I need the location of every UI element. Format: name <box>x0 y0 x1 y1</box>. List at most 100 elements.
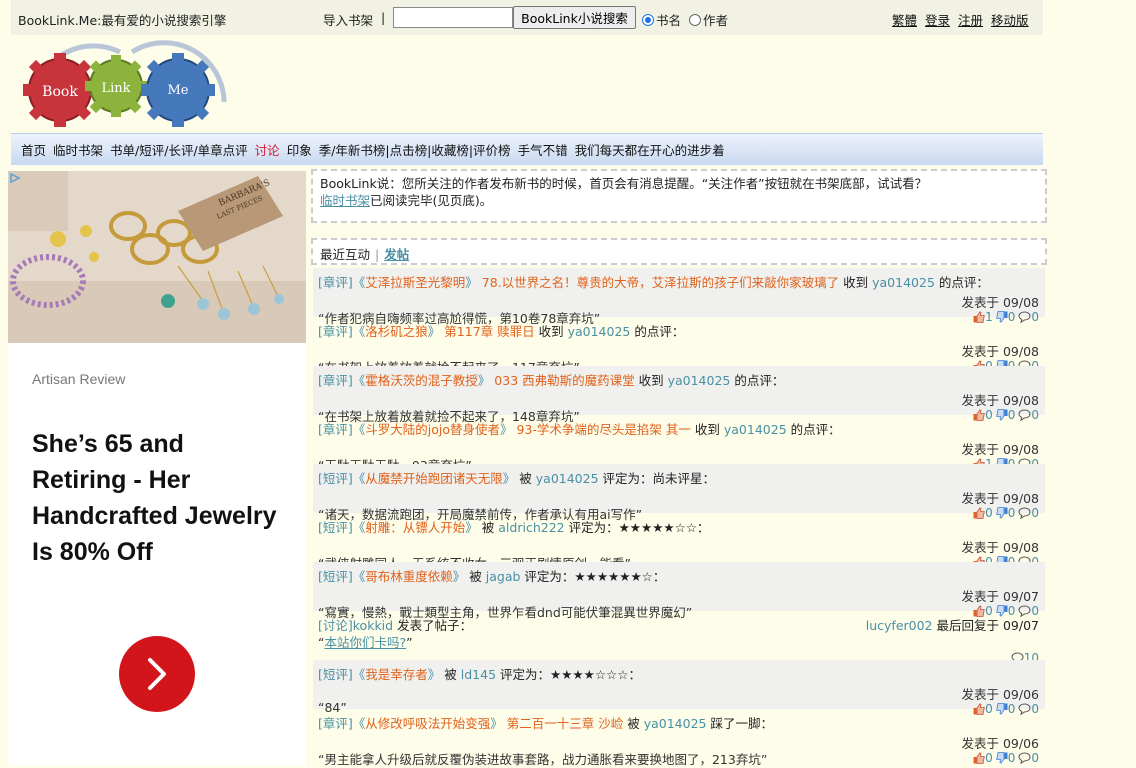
feed-user[interactable]: ld145 <box>461 667 496 682</box>
feed-quote: “男主能拿人升级后就反覆伪装进故事套路，战力通胀看来要换地图了，213弃坑” <box>318 752 768 767</box>
feed-verb: 收到 <box>839 275 873 290</box>
feed-date: 发表于 09/08 <box>961 393 1040 408</box>
ad-choices-icon[interactable] <box>9 172 21 184</box>
downvote[interactable]: 0 <box>995 751 1016 765</box>
book-title[interactable]: 洛杉矶之狼 <box>365 324 428 339</box>
nav-slogan[interactable]: 我们每天都在开心的进步着 <box>575 140 725 159</box>
notice-line1: BookLink说：您所关注的作者发布新书的时候，首页会有消息提醒。“关注作者”… <box>320 176 928 191</box>
radio-book-name[interactable]: 书名 <box>642 10 681 29</box>
chapter-title[interactable]: 033 西弗勒斯的魔药课堂 <box>490 373 634 388</box>
feed-action: 评定为：★★★★★★☆： <box>520 569 666 584</box>
feed-type-tag[interactable]: [章评] <box>318 324 353 339</box>
import-shelf-link[interactable]: 导入书架 <box>323 10 373 29</box>
feed-type-tag[interactable]: [短评] <box>318 667 353 682</box>
book-title[interactable]: 霍格沃茨的混子教授 <box>365 373 478 388</box>
separator: | <box>381 10 386 25</box>
thumbs-up-icon[interactable] <box>973 752 985 764</box>
feed-type-tag[interactable]: [短评] <box>318 569 353 584</box>
book-title[interactable]: 从魔禁开始跑团诸天无限 <box>365 471 503 486</box>
feed-user[interactable]: ya014025 <box>872 275 935 290</box>
advertisement[interactable]: BARBARA'S LAST PIECES Artisan Review She… <box>8 171 306 765</box>
main-nav: 首页 临时书架 书单/短评/长评/单章点评 讨论 印象 季/年新书榜|点击榜|收… <box>11 133 1043 165</box>
radio-unselected-icon[interactable] <box>689 13 701 26</box>
nav-rankings[interactable]: 季/年新书榜|点击榜|收藏榜|评价榜 <box>319 140 511 159</box>
feed-verb: 被 <box>623 716 644 731</box>
comment-number[interactable]: 0 <box>1031 751 1039 765</box>
feed-user[interactable]: ya014025 <box>668 373 731 388</box>
radio-author[interactable]: 作者 <box>689 10 728 29</box>
chapter-title[interactable]: 78.以世界之名！尊贵的大帝，艾泽拉斯的孩子们来敲你家玻璃了 <box>478 275 839 290</box>
book-open-bracket: 《 <box>352 324 366 339</box>
feed-row: [章评]《艾泽拉斯圣光黎明》 78.以世界之名！尊贵的大帝，艾泽拉斯的孩子们来敲… <box>313 268 1045 326</box>
feed-row-header: [短评]《哥布林重度依赖》 被 jagab 评定为：★★★★★★☆： <box>318 566 1039 584</box>
nav-random[interactable]: 手气不错 <box>518 140 568 159</box>
feed-action: 的点评： <box>786 422 841 437</box>
feed-type-tag[interactable]: [章评] <box>318 373 353 388</box>
quote-close: ” <box>406 635 413 650</box>
feed-type-tag[interactable]: [章评] <box>318 422 353 437</box>
radio-selected-icon[interactable] <box>642 13 654 26</box>
upvote[interactable]: 0 <box>973 751 993 765</box>
feed-type-tag[interactable]: [章评] <box>318 716 353 731</box>
book-open-bracket: 《 <box>352 373 366 388</box>
tab-recent[interactable]: 最近互动 <box>320 247 370 262</box>
downvote-count[interactable]: 0 <box>1008 751 1016 765</box>
svg-text:Link: Link <box>101 81 130 96</box>
feed-date: 发表于 09/08 <box>961 442 1040 457</box>
ad-cta-button[interactable] <box>119 636 195 712</box>
feed-type-tag[interactable]: [讨论] <box>318 618 353 633</box>
chevron-right-icon <box>148 658 166 690</box>
book-title[interactable]: 哥布林重度依赖 <box>365 569 453 584</box>
reply-user[interactable]: lucyfer002 <box>866 618 933 633</box>
ad-headline[interactable]: She’s 65 and Retiring - Her Handcrafted … <box>32 426 282 570</box>
feed-user[interactable]: ya014025 <box>644 716 707 731</box>
book-title[interactable]: 艾泽拉斯圣光黎明 <box>365 275 465 290</box>
feed-tabs: 最近互动 | 发帖 <box>311 238 1047 265</box>
top-links: 繁體 登录 注册 移动版 <box>892 10 1029 29</box>
chapter-title[interactable]: 第117章 赎罪日 <box>440 324 534 339</box>
ad-jewelry-photo[interactable]: BARBARA'S LAST PIECES <box>8 171 306 343</box>
notice-line2: 临时书架已阅读完毕(见页底)。 <box>320 192 1038 209</box>
link-mobile[interactable]: 移动版 <box>991 10 1029 29</box>
nav-impressions[interactable]: 印象 <box>287 140 312 159</box>
chapter-title[interactable]: 93-学术争端的尽头是掐架 其一 <box>513 422 691 437</box>
book-title[interactable]: 从修改呼吸法开始变强 <box>365 716 490 731</box>
nav-temp-shelf[interactable]: 临时书架 <box>53 140 103 159</box>
thumbs-down-icon[interactable] <box>995 752 1008 764</box>
book-title[interactable]: 斗罗大陆的jojo替身使者 <box>365 422 500 437</box>
feed-type-tag[interactable]: [短评] <box>318 471 353 486</box>
link-login[interactable]: 登录 <box>925 10 950 29</box>
feed-type-tag[interactable]: [章评] <box>318 275 353 290</box>
feed-row: [章评]《斗罗大陆的jojo替身使者》 93-学术争端的尽头是掐架 其一 收到 … <box>313 415 1045 473</box>
discussion-link[interactable]: 本站你们卡吗? <box>324 635 406 650</box>
feed-row: [短评]《哥布林重度依赖》 被 jagab 评定为：★★★★★★☆： 发表于 09… <box>313 562 1045 620</box>
link-register[interactable]: 注册 <box>958 10 983 29</box>
ad-source[interactable]: Artisan Review <box>32 371 125 387</box>
comment-count[interactable]: 0 <box>1018 751 1039 765</box>
nav-discussion[interactable]: 讨论 <box>255 140 280 159</box>
feed-date: 发表于 09/08 <box>961 344 1040 359</box>
book-title[interactable]: 我是幸存者 <box>365 667 428 682</box>
nav-home[interactable]: 首页 <box>21 140 46 159</box>
feed-row-header: [章评]《霍格沃茨的混子教授》 033 西弗勒斯的魔药课堂 收到 ya01402… <box>318 370 1039 388</box>
feed-user[interactable]: ya014025 <box>536 471 599 486</box>
feed-action: 发表了帖子： <box>393 618 473 633</box>
comment-icon[interactable] <box>1018 752 1031 764</box>
search-input[interactable] <box>393 7 513 28</box>
feed-verb: 被 <box>440 667 461 682</box>
chapter-title[interactable]: 第二百一十三章 沙崄 <box>503 716 623 731</box>
book-title[interactable]: 射雕：从镖人开始 <box>365 520 465 535</box>
search-button[interactable]: BookLink小说搜索 <box>513 6 636 29</box>
booklink-logo[interactable]: Book Link Me <box>14 40 230 130</box>
feed-user[interactable]: aldrich222 <box>498 520 564 535</box>
link-traditional[interactable]: 繁體 <box>892 10 917 29</box>
feed-user[interactable]: ya014025 <box>568 324 631 339</box>
feed-type-tag[interactable]: [短评] <box>318 520 353 535</box>
feed-user[interactable]: kokkid <box>353 618 393 633</box>
temp-shelf-link[interactable]: 临时书架 <box>320 193 370 208</box>
feed-user[interactable]: ya014025 <box>724 422 787 437</box>
new-post-link[interactable]: 发帖 <box>384 247 409 262</box>
nav-reviews[interactable]: 书单/短评/长评/单章点评 <box>110 140 248 159</box>
upvote-count[interactable]: 0 <box>985 751 993 765</box>
feed-user[interactable]: jagab <box>486 569 521 584</box>
